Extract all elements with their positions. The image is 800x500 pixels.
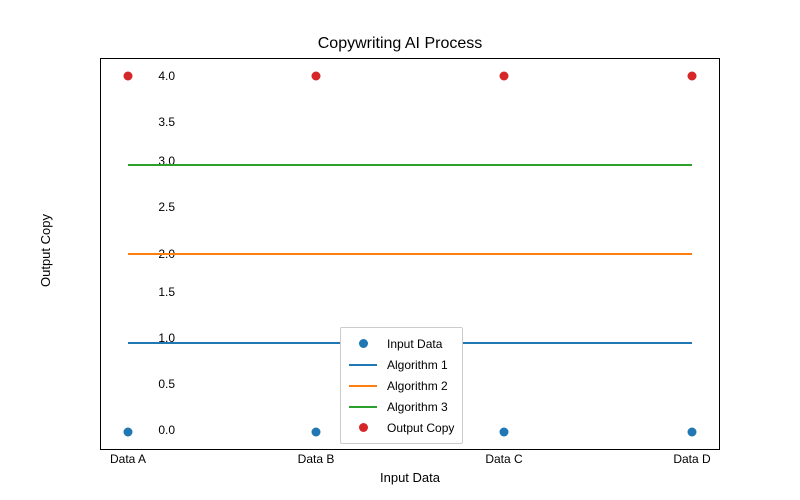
series-input-data-point [500,428,509,437]
legend-label: Output Copy [387,421,454,435]
y-axis-label: Output Copy [35,0,55,500]
series-input-data-point [124,428,133,437]
series-algorithm-3 [128,164,692,166]
chart-figure: Copywriting AI Process Output Copy 0.0 0… [0,0,800,500]
y-tick: 3.5 [105,115,175,129]
legend-marker-icon [349,421,377,435]
y-tick: 0.5 [105,377,175,391]
legend-item-algorithm-3: Algorithm 3 [349,396,454,417]
y-tick: 0.0 [105,423,175,437]
x-tick: Data B [298,452,335,466]
legend-label: Algorithm 2 [387,379,448,393]
x-axis-label: Input Data [100,470,720,485]
legend-item-input-data: Input Data [349,333,454,354]
legend-item-algorithm-2: Algorithm 2 [349,375,454,396]
legend-line-icon [349,379,377,393]
legend-item-algorithm-1: Algorithm 1 [349,354,454,375]
legend-line-icon [349,358,377,372]
legend-label: Algorithm 3 [387,400,448,414]
y-tick: 2.5 [105,200,175,214]
series-input-data-point [688,428,697,437]
legend: Input Data Algorithm 1 Algorithm 2 Algor… [340,327,463,444]
series-output-copy-point [688,71,697,80]
series-output-copy-point [500,71,509,80]
y-tick: 4.0 [105,69,175,83]
x-tick: Data C [485,452,522,466]
legend-label: Input Data [387,337,442,351]
x-tick: Data A [110,452,146,466]
series-output-copy-point [312,71,321,80]
chart-title: Copywriting AI Process [0,35,800,53]
legend-label: Algorithm 1 [387,358,448,372]
series-algorithm-2 [128,253,692,255]
series-input-data-point [312,428,321,437]
series-output-copy-point [124,71,133,80]
legend-item-output-copy: Output Copy [349,417,454,438]
legend-marker-icon [349,337,377,351]
y-tick: 1.5 [105,285,175,299]
x-tick: Data D [673,452,710,466]
legend-line-icon [349,400,377,414]
